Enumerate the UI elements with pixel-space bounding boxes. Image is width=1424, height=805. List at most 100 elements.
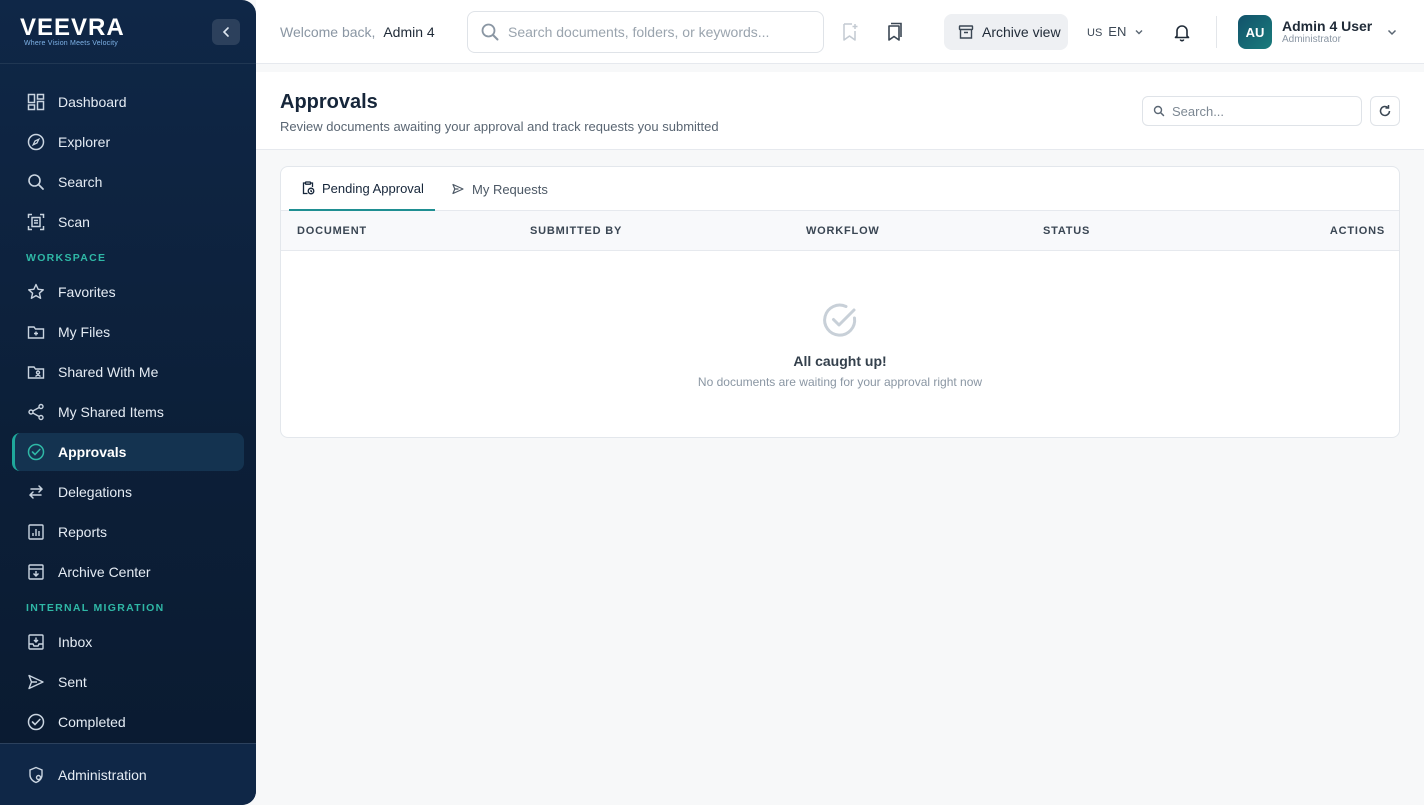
sidebar-item-label: Archive Center: [58, 564, 151, 580]
sidebar-nav: Dashboard Explorer Search Scan WORKSPACE…: [0, 83, 256, 743]
send-icon: [452, 183, 464, 195]
page-header: Approvals Review documents awaiting your…: [256, 72, 1424, 150]
sidebar-item-delegations[interactable]: Delegations: [12, 473, 244, 511]
chevron-down-icon: [1135, 29, 1143, 34]
clipboard-clock-icon: [302, 181, 315, 195]
empty-state-icon-wrap: [281, 301, 1399, 344]
check-circle-icon: [27, 713, 45, 731]
page-subtitle: Review documents awaiting your approval …: [280, 119, 719, 134]
refresh-icon: [1379, 105, 1391, 117]
welcome-name: Admin 4: [383, 24, 435, 40]
language-flag: US: [1087, 26, 1103, 39]
column-header-workflow[interactable]: WORKFLOW: [806, 225, 880, 237]
column-header-actions: ACTIONS: [1329, 225, 1385, 237]
sidebar-item-dashboard[interactable]: Dashboard: [12, 83, 244, 121]
sidebar-item-label: Shared With Me: [58, 364, 159, 380]
sidebar-item-my-shared-items[interactable]: My Shared Items: [12, 393, 244, 431]
sidebar-item-label: My Shared Items: [58, 404, 164, 420]
sidebar-item-scan[interactable]: Scan: [12, 203, 244, 241]
page-title: Approvals: [280, 91, 378, 113]
user-info: Admin 4 User Administrator: [1282, 18, 1372, 46]
tab-label: Pending Approval: [322, 180, 424, 196]
collapse-sidebar-button[interactable]: [212, 19, 240, 45]
sidebar: VEEVRA Where Vision Meets Velocity Dashb…: [0, 0, 256, 805]
folder-plus-icon: [27, 326, 45, 339]
refresh-button[interactable]: [1370, 96, 1400, 126]
bell-icon: [1174, 25, 1190, 42]
scan-icon: [27, 213, 45, 231]
sidebar-item-archive-center[interactable]: Archive Center: [12, 553, 244, 591]
global-search-input[interactable]: [508, 24, 808, 40]
tab-my-requests[interactable]: My Requests: [451, 167, 548, 211]
section-label-workspace: WORKSPACE: [26, 252, 107, 264]
archive-view-button[interactable]: Archive view: [944, 14, 1068, 50]
sidebar-item-label: Dashboard: [58, 94, 127, 110]
report-chart-icon: [28, 524, 44, 540]
user-role: Administrator: [1282, 34, 1341, 45]
chevron-left-icon: [222, 27, 229, 37]
star-icon: [28, 283, 44, 299]
topbar-divider: [1216, 16, 1217, 48]
sidebar-item-approvals[interactable]: Approvals: [12, 433, 244, 471]
share-icon: [28, 403, 44, 421]
sidebar-item-shared-with-me[interactable]: Shared With Me: [12, 353, 244, 391]
inbox-icon: [28, 634, 44, 650]
table-header: DOCUMENT SUBMITTED BY WORKFLOW STATUS AC…: [281, 211, 1399, 251]
sidebar-item-label: Explorer: [58, 134, 111, 150]
sidebar-item-reports[interactable]: Reports: [12, 513, 244, 551]
brand: VEEVRA Where Vision Meets Velocity: [0, 0, 256, 64]
brand-tagline: Where Vision Meets Velocity: [24, 40, 118, 47]
sidebar-item-my-files[interactable]: My Files: [12, 313, 244, 351]
search-icon: [28, 174, 44, 190]
sidebar-item-label: Sent: [58, 674, 87, 690]
shield-gear-icon: [29, 766, 43, 783]
empty-state-title: All caught up!: [793, 353, 887, 369]
check-circle-icon: [823, 303, 857, 337]
empty-state-subtitle: No documents are waiting for your approv…: [697, 375, 983, 389]
welcome-text: Welcome back, Admin 4: [280, 24, 435, 40]
bookmark-plus-icon: [843, 23, 858, 41]
folder-user-icon: [27, 366, 45, 379]
bookmarks-icon: [888, 22, 902, 41]
sidebar-item-label: Delegations: [58, 484, 132, 500]
approvals-card: Pending Approval My Requests DOCUMENT SU…: [280, 166, 1400, 438]
check-circle-icon: [27, 443, 45, 461]
welcome-prefix: Welcome back,: [280, 24, 376, 40]
archive-view-label: Archive view: [982, 24, 1061, 40]
brand-logo[interactable]: VEEVRA: [20, 14, 125, 42]
tab-pending-approval[interactable]: Pending Approval: [289, 167, 435, 211]
sidebar-item-inbox[interactable]: Inbox: [12, 623, 244, 661]
sidebar-item-search[interactable]: Search: [12, 163, 244, 201]
sidebar-item-favorites[interactable]: Favorites: [12, 273, 244, 311]
column-header-status[interactable]: STATUS: [1043, 225, 1090, 237]
sidebar-item-label: Reports: [58, 524, 108, 540]
sidebar-item-sent[interactable]: Sent: [12, 663, 244, 701]
approvals-search-input[interactable]: [1172, 103, 1352, 119]
bookmarks-button[interactable]: [882, 20, 906, 44]
sidebar-item-label: Inbox: [58, 634, 93, 650]
chevron-down-icon: [1388, 29, 1397, 36]
sidebar-item-label: Favorites: [58, 284, 116, 300]
sidebar-item-label: Approvals: [58, 444, 127, 460]
approvals-tabs: Pending Approval My Requests: [281, 167, 1399, 211]
approvals-search-box[interactable]: [1142, 96, 1362, 126]
global-search-box[interactable]: [467, 11, 824, 53]
top-bar: Welcome back, Admin 4 Archive view US EN…: [256, 0, 1424, 64]
column-header-document[interactable]: DOCUMENT: [297, 225, 367, 237]
column-header-submitted-by[interactable]: SUBMITTED BY: [530, 225, 622, 237]
sidebar-footer: Administration: [0, 743, 256, 805]
notifications-button[interactable]: [1170, 20, 1194, 44]
sidebar-item-label: Search: [58, 174, 103, 190]
user-menu[interactable]: AU Admin 4 User Administrator: [1238, 15, 1398, 49]
sidebar-item-completed[interactable]: Completed: [12, 703, 244, 741]
user-name: Admin 4 User: [1282, 18, 1373, 34]
section-label-internal-migration: INTERNAL MIGRATION: [26, 602, 165, 614]
sidebar-item-label: Scan: [58, 214, 90, 230]
compass-icon: [27, 133, 45, 151]
sidebar-item-explorer[interactable]: Explorer: [12, 123, 244, 161]
add-bookmark-button[interactable]: [838, 20, 862, 44]
search-icon: [1153, 105, 1165, 117]
tab-label: My Requests: [472, 181, 548, 197]
language-selector[interactable]: US EN: [1087, 24, 1144, 39]
sidebar-item-administration[interactable]: Administration: [12, 756, 244, 794]
